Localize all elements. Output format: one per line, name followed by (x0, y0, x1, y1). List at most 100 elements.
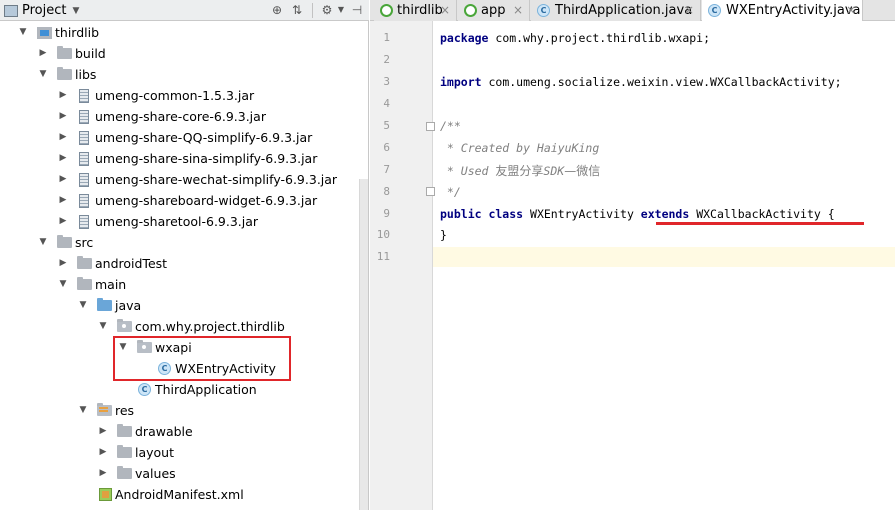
tree-item-package-thirdlib[interactable]: ▼ com.why.project.thirdlib (0, 316, 369, 337)
chevron-down-icon[interactable]: ▼ (78, 405, 88, 415)
tree-item-jar[interactable]: ▶ umeng-share-wechat-simplify-6.9.3.jar (0, 169, 369, 190)
chevron-right-icon[interactable]: ▶ (58, 111, 68, 121)
current-line-highlight (433, 247, 895, 267)
tree-item-libs[interactable]: ▼ libs (0, 64, 369, 85)
tab-label: app (481, 3, 506, 18)
collapse-icon[interactable]: ⇅ (290, 3, 304, 17)
tree-item-drawable[interactable]: ▶ drawable (0, 421, 369, 442)
code-text: WXEntryActivity (523, 207, 641, 221)
code-text: WXCallbackActivity { (689, 207, 835, 221)
project-panel-title: Project (22, 3, 67, 18)
tree-item-jar[interactable]: ▶ umeng-common-1.5.3.jar (0, 85, 369, 106)
project-tree: ▼ thirdlib ▶ build ▼ libs ▶ umeng-common… (0, 21, 369, 510)
code-line-10[interactable]: } (440, 228, 447, 242)
hide-icon[interactable]: ⊣ (350, 3, 364, 17)
chevron-right-icon[interactable]: ▶ (58, 153, 68, 163)
chevron-right-icon[interactable]: ▶ (58, 90, 68, 100)
tab-label: ThirdApplication.java (555, 3, 693, 18)
tree-item-label: main (95, 277, 127, 292)
chevron-down-icon[interactable]: ▼ (98, 321, 108, 331)
tree-item-build[interactable]: ▶ build (0, 43, 369, 64)
chevron-down-icon[interactable]: ▼ (18, 27, 28, 37)
folder-icon (117, 445, 132, 458)
gear-icon[interactable]: ⚙ (320, 3, 334, 17)
tree-item-main[interactable]: ▼ main (0, 274, 369, 295)
project-icon (4, 4, 18, 17)
tree-item-label: umeng-common-1.5.3.jar (95, 88, 255, 103)
tree-item-label: thirdlib (55, 25, 100, 40)
code-line-1[interactable]: package com.why.project.thirdlib.wxapi; (440, 31, 710, 45)
tree-item-label: androidTest (95, 256, 168, 271)
chevron-right-icon[interactable]: ▶ (98, 468, 108, 478)
close-icon[interactable]: × (684, 3, 694, 17)
class-icon: C (708, 4, 721, 17)
line-gutter: 1 2 3 4 5 6 7 8 9 10 11 (370, 21, 435, 510)
tree-item-label: umeng-sharetool-6.9.3.jar (95, 214, 259, 229)
tree-item-layout[interactable]: ▶ layout (0, 442, 369, 463)
folder-icon (77, 256, 92, 269)
tree-item-res[interactable]: ▼ res (0, 400, 369, 421)
code-line-3[interactable]: import com.umeng.socialize.weixin.view.W… (440, 75, 842, 89)
tree-scrollbar[interactable] (359, 179, 368, 510)
code-line-5[interactable]: /** (440, 119, 461, 133)
tree-item-label: umeng-share-core-6.9.3.jar (95, 109, 266, 124)
tree-item-jar[interactable]: ▶ umeng-sharetool-6.9.3.jar (0, 211, 369, 232)
chevron-right-icon[interactable]: ▶ (58, 195, 68, 205)
code-line-9[interactable]: public class WXEntryActivity extends WXC… (440, 207, 835, 221)
chevron-right-icon[interactable]: ▶ (58, 258, 68, 268)
fold-marker-icon[interactable] (426, 122, 435, 131)
tree-item-jar[interactable]: ▶ umeng-share-core-6.9.3.jar (0, 106, 369, 127)
chevron-down-icon[interactable]: ▼ (58, 279, 68, 289)
line-number: 9 (383, 207, 390, 220)
tree-item-label: build (75, 46, 106, 61)
code-line-8[interactable]: */ (440, 185, 461, 199)
jar-icon (79, 215, 89, 229)
chevron-right-icon[interactable]: ▶ (58, 132, 68, 142)
module-tab-icon (380, 4, 393, 17)
tab-app[interactable]: app × (458, 0, 530, 21)
code-line-7[interactable]: * Used 友盟分享SDK—微信 (440, 162, 600, 179)
chevron-down-icon[interactable]: ▼ (38, 237, 48, 247)
code-text: com.why.project.thirdlib.wxapi; (488, 31, 711, 45)
tree-item-thirdapplication[interactable]: C ThirdApplication (0, 379, 369, 400)
code-line-6[interactable]: * Created by HaiyuKing (440, 141, 599, 155)
tree-item-label: java (115, 298, 142, 313)
chevron-down-icon[interactable]: ▼ (38, 69, 48, 79)
project-view-selector[interactable]: Project ▼ (4, 2, 79, 19)
tree-item-androidmanifest[interactable]: AndroidManifest.xml (0, 484, 369, 505)
tree-item-label: layout (135, 445, 175, 460)
class-icon: C (138, 383, 151, 396)
tree-item-androidtest[interactable]: ▶ androidTest (0, 253, 369, 274)
line-number: 11 (376, 250, 390, 263)
tree-item-values[interactable]: ▶ values (0, 463, 369, 484)
tree-item-jar[interactable]: ▶ umeng-shareboard-widget-6.9.3.jar (0, 190, 369, 211)
tree-item-src[interactable]: ▼ src (0, 232, 369, 253)
tree-item-jar[interactable]: ▶ umeng-share-QQ-simplify-6.9.3.jar (0, 127, 369, 148)
tree-item-java[interactable]: ▼ java (0, 295, 369, 316)
chevron-right-icon[interactable]: ▶ (58, 174, 68, 184)
fold-marker-icon[interactable] (426, 187, 435, 196)
chevron-right-icon[interactable]: ▶ (98, 447, 108, 457)
folder-icon (57, 235, 72, 248)
module-tab-icon (464, 4, 477, 17)
tab-thirdapplication[interactable]: C ThirdApplication.java × (531, 0, 701, 21)
tab-wxentryactivity[interactable]: C WXEntryActivity.java × (702, 0, 863, 21)
tree-item-label: src (75, 235, 94, 250)
close-icon[interactable]: × (513, 3, 523, 17)
close-icon[interactable]: × (846, 3, 856, 17)
tab-thirdlib[interactable]: thirdlib × (374, 0, 457, 21)
chevron-right-icon[interactable]: ▶ (58, 216, 68, 226)
line-number: 3 (383, 75, 390, 88)
tree-item-thirdlib[interactable]: ▼ thirdlib (0, 22, 369, 43)
close-icon[interactable]: × (440, 3, 450, 17)
comment-text: 友盟分享 (495, 164, 544, 178)
tree-item-jar[interactable]: ▶ umeng-share-sina-simplify-6.9.3.jar (0, 148, 369, 169)
chevron-right-icon[interactable]: ▶ (38, 48, 48, 58)
chevron-right-icon[interactable]: ▶ (98, 426, 108, 436)
tree-item-label: umeng-share-sina-simplify-6.9.3.jar (95, 151, 318, 166)
caret-down-icon[interactable]: ▼ (334, 3, 348, 17)
chevron-down-icon[interactable]: ▼ (78, 300, 88, 310)
tree-item-label: umeng-share-wechat-simplify-6.9.3.jar (95, 172, 338, 187)
folder-icon (77, 277, 92, 290)
target-icon[interactable]: ⊕ (270, 3, 284, 17)
